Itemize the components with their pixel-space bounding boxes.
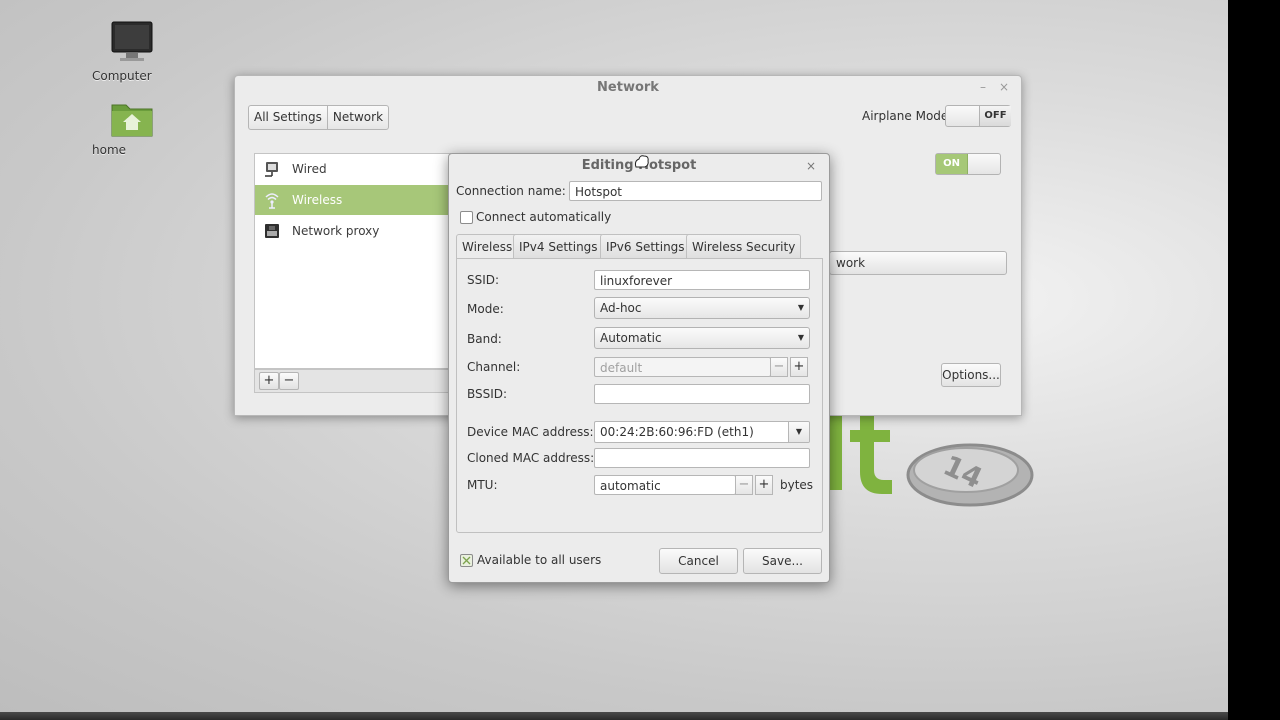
cursor-icon xyxy=(634,155,649,168)
bssid-label: BSSID: xyxy=(467,387,508,401)
close-icon[interactable]: × xyxy=(806,159,816,173)
device-label: Wired xyxy=(292,162,327,176)
channel-decrement-button: − xyxy=(770,357,788,377)
switch-on-text: ON xyxy=(936,154,968,174)
proxy-icon xyxy=(265,224,279,238)
connect-automatically-checkbox[interactable] xyxy=(460,211,473,224)
screen-border xyxy=(1228,0,1280,720)
computer-icon xyxy=(111,21,153,61)
breadcrumb-all-settings[interactable]: All Settings xyxy=(249,106,328,129)
device-list: Wired Wireless Network proxy xyxy=(254,153,451,369)
band-select[interactable]: Automatic ▼ xyxy=(594,327,810,349)
bssid-input[interactable] xyxy=(594,384,810,404)
configure-network-button[interactable]: work xyxy=(829,251,1007,275)
minimize-icon[interactable]: – xyxy=(976,80,990,94)
device-list-toolbar: + − xyxy=(254,369,451,393)
device-mac-value: 00:24:2B:60:96:FD (eth1) xyxy=(600,425,754,439)
add-device-button[interactable]: + xyxy=(259,372,279,390)
mtu-decrement-button[interactable]: − xyxy=(735,475,753,495)
device-item-proxy[interactable]: Network proxy xyxy=(255,216,450,246)
configure-network-label: work xyxy=(836,256,866,270)
airplane-mode-label: Airplane Mode xyxy=(862,109,949,123)
breadcrumb-network[interactable]: Network xyxy=(328,106,388,129)
mtu-input[interactable]: automatic xyxy=(594,475,736,495)
chevron-down-icon: ▼ xyxy=(797,333,804,342)
wireless-switch[interactable]: ON xyxy=(935,153,1001,175)
ssid-input[interactable]: linuxforever xyxy=(594,270,810,290)
device-label: Wireless xyxy=(292,193,343,207)
connect-automatically-label: Connect automatically xyxy=(476,210,612,224)
remove-device-button[interactable]: − xyxy=(279,372,299,390)
device-mac-label: Device MAC address: xyxy=(467,425,594,439)
connection-name-label: Connection name: xyxy=(456,184,566,198)
desktop: Computer home 14 Network – × All Setting… xyxy=(0,0,1228,712)
cloned-mac-input[interactable] xyxy=(594,448,810,468)
mtu-increment-button[interactable]: + xyxy=(755,475,773,495)
switch-off-text: OFF xyxy=(979,106,1011,126)
cancel-button[interactable]: Cancel xyxy=(659,548,738,574)
tab-wireless[interactable]: Wireless xyxy=(456,234,519,260)
mode-label: Mode: xyxy=(467,302,504,316)
device-item-wireless[interactable]: Wireless xyxy=(255,185,450,215)
connection-name-input[interactable]: Hotspot xyxy=(569,181,822,201)
options-button[interactable]: Options... xyxy=(941,363,1001,387)
device-label: Network proxy xyxy=(292,224,380,238)
band-label: Band: xyxy=(467,332,502,346)
chevron-down-icon: ▼ xyxy=(797,303,804,312)
check-icon xyxy=(462,556,471,565)
mode-value: Ad-hoc xyxy=(600,301,642,315)
channel-label: Channel: xyxy=(467,360,521,374)
breadcrumb: All Settings Network xyxy=(248,105,390,130)
available-all-users-checkbox[interactable] xyxy=(460,554,473,567)
mtu-unit-label: bytes xyxy=(780,478,814,492)
mtu-label: MTU: xyxy=(467,478,498,492)
mint-logo: 14 xyxy=(828,412,1034,507)
channel-increment-button: + xyxy=(790,357,808,377)
tab-wireless-security[interactable]: Wireless Security xyxy=(686,234,802,259)
window-title: Network xyxy=(597,80,659,95)
desktop-icon-label: Computer xyxy=(92,69,152,83)
chevron-down-icon[interactable]: ▼ xyxy=(788,422,809,442)
wireless-icon xyxy=(265,193,279,209)
ssid-label: SSID: xyxy=(467,273,500,287)
cloned-mac-label: Cloned MAC address: xyxy=(467,451,595,465)
available-all-users-label: Available to all users xyxy=(477,553,602,567)
desktop-icon-home[interactable]: home xyxy=(92,100,172,157)
band-value: Automatic xyxy=(600,331,662,345)
wired-icon xyxy=(265,162,278,177)
channel-input: default xyxy=(594,357,771,377)
tab-ipv4-settings[interactable]: IPv4 Settings xyxy=(513,234,604,259)
desktop-icon-label: home xyxy=(92,143,127,157)
device-item-wired[interactable]: Wired xyxy=(255,154,450,184)
save-button[interactable]: Save... xyxy=(743,548,822,574)
home-folder-icon xyxy=(111,104,153,137)
tab-ipv6-settings[interactable]: IPv6 Settings xyxy=(600,234,691,259)
editing-dialog: Editing Hotspot × Connection name: Hotsp… xyxy=(448,153,830,583)
airplane-mode-switch[interactable]: OFF xyxy=(945,105,1011,127)
device-mac-combo[interactable]: 00:24:2B:60:96:FD (eth1) ▼ xyxy=(594,421,810,443)
taskbar[interactable] xyxy=(0,712,1228,720)
mode-select[interactable]: Ad-hoc ▼ xyxy=(594,297,810,319)
close-icon[interactable]: × xyxy=(997,80,1011,94)
desktop-icon-computer[interactable]: Computer xyxy=(92,20,172,83)
